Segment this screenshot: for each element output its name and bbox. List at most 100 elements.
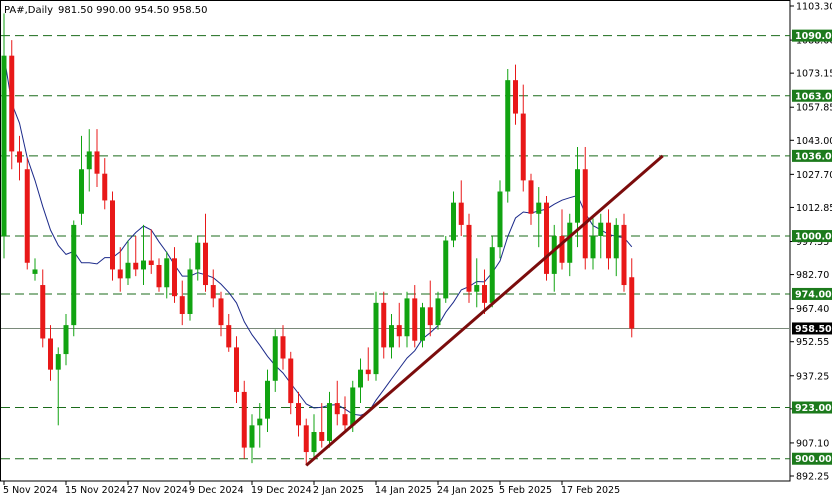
candle-11 xyxy=(86,129,92,192)
candle-body-21 xyxy=(164,258,170,288)
candle-body-64 xyxy=(497,191,503,248)
candle-body-65 xyxy=(505,80,511,192)
candle-41 xyxy=(319,403,325,448)
candle-5 xyxy=(40,269,46,348)
candle-body-62 xyxy=(482,285,487,303)
candle-body-52 xyxy=(404,298,410,337)
candle-body-66 xyxy=(513,80,518,114)
candle-0 xyxy=(1,13,7,259)
candle-body-1 xyxy=(9,55,15,152)
candle-body-7 xyxy=(55,354,61,370)
level-tag-5: 923.00 xyxy=(795,403,832,414)
y-tick-label-5: 1027.70 xyxy=(796,170,832,181)
y-tick-label-13: 907.10 xyxy=(796,438,829,449)
candle-body-4 xyxy=(32,269,38,274)
candle-10 xyxy=(79,135,84,225)
trendline xyxy=(305,154,664,467)
candle-48 xyxy=(373,291,379,381)
candle-body-81 xyxy=(629,277,635,329)
candle-body-63 xyxy=(489,247,495,303)
candle-35 xyxy=(272,329,278,392)
candle-body-59 xyxy=(458,202,464,225)
candle-47 xyxy=(365,347,371,381)
candle-body-77 xyxy=(598,222,604,237)
candle-body-31 xyxy=(241,391,247,448)
candle-body-44 xyxy=(342,414,348,426)
chart-symbol-label: PA#,Daily xyxy=(4,5,53,16)
candle-49 xyxy=(381,291,387,359)
candle-72 xyxy=(559,209,565,270)
candle-body-74 xyxy=(575,169,580,223)
candle-50 xyxy=(389,313,394,359)
x-tick-label-0: 5 Nov 2024 xyxy=(3,485,58,496)
candle-26 xyxy=(203,213,208,292)
candle-29 xyxy=(226,313,232,352)
x-tick-label-9: 17 Feb 2025 xyxy=(561,485,620,496)
candle-15 xyxy=(117,247,123,292)
candle-57 xyxy=(443,236,449,303)
candle-7 xyxy=(55,347,61,426)
candle-body-41 xyxy=(319,432,325,441)
candle-body-23 xyxy=(179,296,185,314)
candle-32 xyxy=(249,414,255,464)
candle-81 xyxy=(629,258,635,338)
candle-70 xyxy=(544,195,549,281)
candle-body-12 xyxy=(94,151,100,174)
candle-27 xyxy=(210,269,216,308)
candle-body-14 xyxy=(110,200,115,270)
candle-30 xyxy=(234,336,239,404)
candle-body-3 xyxy=(24,169,30,263)
candle-78 xyxy=(606,209,611,270)
candle-body-13 xyxy=(102,173,108,201)
moving-average-line xyxy=(3,55,633,416)
candle-60 xyxy=(466,213,472,303)
candle-body-28 xyxy=(218,298,224,326)
candle-63 xyxy=(489,236,495,308)
candle-55 xyxy=(427,280,433,337)
candle-body-79 xyxy=(613,224,619,259)
x-tick-label-2: 27 Nov 2024 xyxy=(127,485,188,496)
candle-body-25 xyxy=(195,242,201,270)
candle-body-27 xyxy=(210,285,216,299)
x-tick-label-8: 5 Feb 2025 xyxy=(499,485,552,496)
candle-body-29 xyxy=(226,325,232,348)
candle-76 xyxy=(590,218,596,270)
candle-body-6 xyxy=(48,338,53,370)
price-chart[interactable]: 1103.301088.001073.151057.851043.001027.… xyxy=(0,0,832,500)
candle-body-78 xyxy=(606,222,611,259)
level-tag-4: 974.00 xyxy=(795,289,832,300)
candle-40 xyxy=(311,414,317,459)
level-tag-6: 900.00 xyxy=(795,454,832,465)
candle-body-54 xyxy=(420,307,425,341)
candle-body-5 xyxy=(40,285,46,339)
candle-56 xyxy=(435,291,441,330)
candle-42 xyxy=(327,391,332,448)
candle-body-37 xyxy=(288,358,294,404)
candle-22 xyxy=(172,247,177,303)
chart-svg[interactable]: 1103.301088.001073.151057.851043.001027.… xyxy=(0,0,832,500)
candle-54 xyxy=(420,302,425,348)
candle-6 xyxy=(48,325,53,381)
candle-body-71 xyxy=(551,236,557,274)
candle-body-24 xyxy=(187,269,193,314)
candle-4 xyxy=(32,258,38,281)
candle-33 xyxy=(257,403,263,448)
candle-body-33 xyxy=(257,418,263,426)
x-tick-label-3: 9 Dec 2024 xyxy=(189,485,244,496)
candle-body-18 xyxy=(141,260,146,270)
y-tick-label-8: 982.70 xyxy=(796,270,829,281)
candle-body-56 xyxy=(435,298,441,326)
candle-59 xyxy=(458,180,464,237)
candle-body-69 xyxy=(536,202,542,214)
level-tag-1: 1063.00 xyxy=(795,91,832,102)
chart-ohlc-readout: 981.50 990.00 954.50 958.50 xyxy=(58,5,208,16)
candle-body-34 xyxy=(265,380,270,419)
candle-16 xyxy=(125,240,131,286)
candle-38 xyxy=(296,391,301,437)
candle-body-8 xyxy=(63,325,69,355)
candle-body-11 xyxy=(86,151,92,170)
candle-body-40 xyxy=(311,432,317,453)
candle-body-39 xyxy=(303,425,309,453)
candle-body-10 xyxy=(79,169,84,214)
candle-body-57 xyxy=(443,240,449,299)
